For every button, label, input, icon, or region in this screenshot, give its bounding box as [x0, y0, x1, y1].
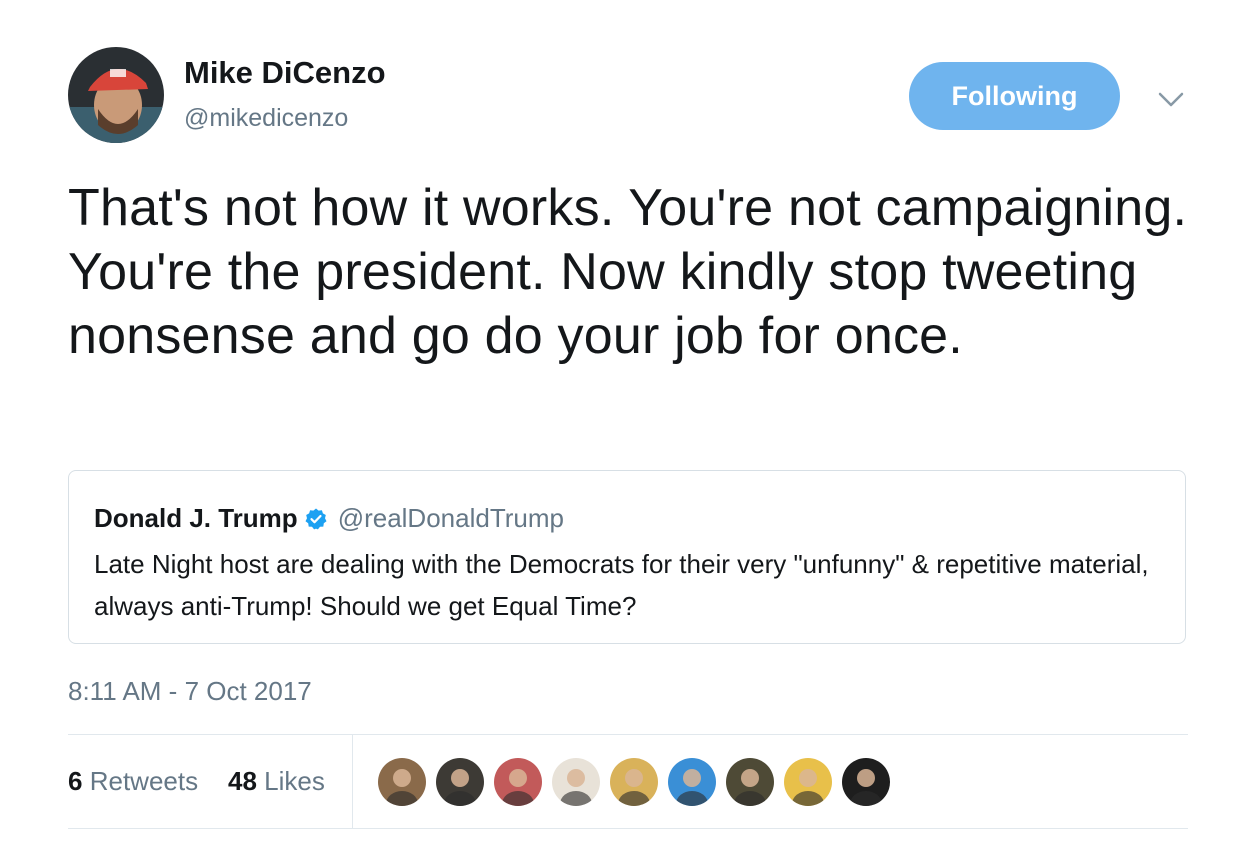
stats-divider-top	[68, 734, 1188, 735]
likes-label: Likes	[264, 766, 325, 796]
avatar-icon	[668, 758, 716, 806]
user-avatar-icon	[68, 47, 164, 143]
tweet-timestamp[interactable]: 8:11 AM - 7 Oct 2017	[68, 676, 312, 707]
tweet-text: That's not how it works. You're not camp…	[68, 179, 1188, 365]
liker-avatar[interactable]	[436, 758, 484, 806]
avatar-icon	[726, 758, 774, 806]
avatar-icon	[378, 758, 426, 806]
liker-avatar[interactable]	[610, 758, 658, 806]
retweets-count: 6	[68, 766, 83, 796]
quoted-tweet-card[interactable]: Donald J. Trump @realDonaldTrump Late Ni…	[68, 470, 1186, 644]
liker-avatar[interactable]	[668, 758, 716, 806]
likes-count: 48	[228, 766, 257, 796]
verified-badge-icon	[305, 508, 327, 529]
avatar-icon	[436, 758, 484, 806]
liker-avatar[interactable]	[378, 758, 426, 806]
retweets-label: Retweets	[89, 766, 199, 796]
avatar-icon	[552, 758, 600, 806]
stats-vertical-divider	[352, 735, 353, 828]
avatar-icon	[610, 758, 658, 806]
quoted-author-handle: @realDonaldTrump	[337, 503, 564, 533]
author-handle[interactable]: @mikedicenzo	[184, 104, 348, 133]
quoted-author-name: Donald J. Trump	[94, 503, 298, 533]
avatar-icon	[784, 758, 832, 806]
author-name[interactable]: Mike DiCenzo	[184, 55, 386, 91]
liker-avatar[interactable]	[494, 758, 542, 806]
avatar-icon	[842, 758, 890, 806]
liker-avatar[interactable]	[552, 758, 600, 806]
liker-avatar[interactable]	[842, 758, 890, 806]
retweets-stat[interactable]: 6 Retweets	[68, 766, 198, 797]
quoted-tweet-header: Donald J. Trump @realDonaldTrump	[94, 503, 564, 534]
avatar-icon	[494, 758, 542, 806]
author-avatar[interactable]	[68, 47, 164, 143]
likes-stat[interactable]: 48 Likes	[228, 766, 325, 797]
following-button[interactable]: Following	[909, 62, 1120, 130]
liker-avatar[interactable]	[726, 758, 774, 806]
stats-divider-bottom	[68, 828, 1188, 829]
quoted-tweet-text: Late Night host are dealing with the Dem…	[94, 549, 1149, 621]
chevron-down-icon[interactable]	[1156, 86, 1186, 112]
liker-avatar[interactable]	[784, 758, 832, 806]
